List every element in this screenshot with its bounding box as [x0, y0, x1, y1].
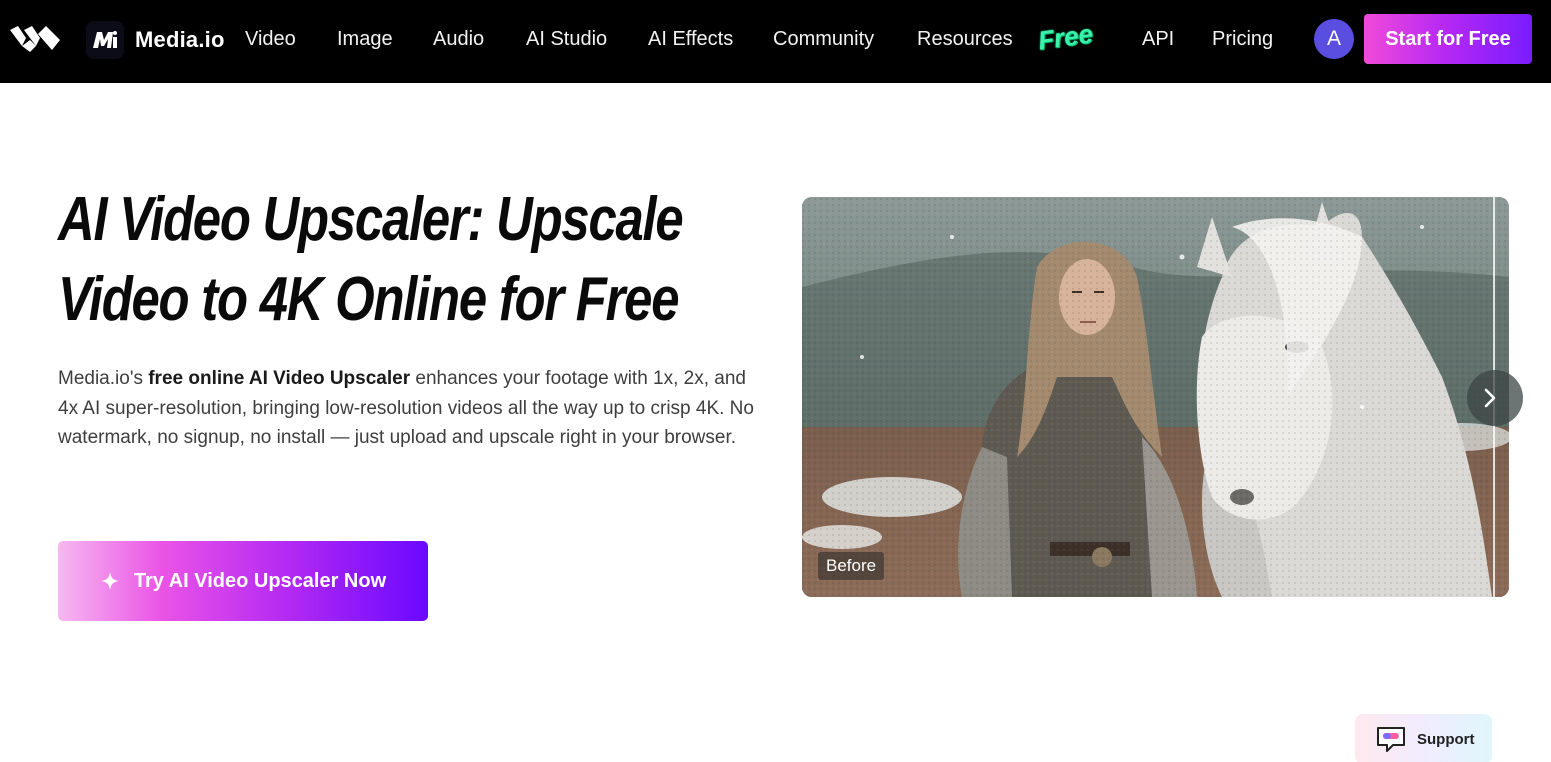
free-badge[interactable]: Free — [1036, 18, 1095, 56]
start-for-free-button[interactable]: Start for Free — [1364, 14, 1532, 64]
nav-item-pricing[interactable]: Pricing — [1212, 28, 1273, 51]
wondershare-logo-icon[interactable] — [8, 24, 62, 54]
chat-support-icon — [1377, 727, 1405, 752]
chevron-right-icon — [1484, 388, 1496, 408]
try-ai-video-upscaler-button[interactable]: Try AI Video Upscaler Now — [58, 541, 428, 621]
nav-item-community[interactable]: Community — [773, 28, 874, 51]
next-slide-button[interactable] — [1467, 370, 1523, 426]
support-label: Support — [1417, 730, 1475, 748]
hero-description-bold: free online AI Video Upscaler — [148, 368, 411, 389]
nav-item-api[interactable]: API — [1142, 28, 1174, 51]
page-title-line-2: Video to 4K Online for Free — [58, 265, 679, 334]
nav-item-image[interactable]: Image — [337, 28, 393, 51]
hero-description: Media.io's free online AI Video Upscaler… — [58, 364, 768, 453]
nav-item-resources[interactable]: Resources — [917, 28, 1013, 51]
page-title: AI Video Upscaler: Upscale Video to 4K O… — [58, 180, 780, 340]
hero-description-prefix: Media.io's — [58, 368, 149, 389]
support-button[interactable]: Support — [1355, 714, 1492, 762]
brand-name[interactable]: Media.io — [135, 27, 225, 53]
nav-item-ai-effects[interactable]: AI Effects — [648, 28, 733, 51]
nav-item-audio[interactable]: Audio — [433, 28, 484, 51]
page-title-line-1: AI Video Upscaler: Upscale — [58, 185, 684, 254]
before-label: Before — [818, 552, 885, 580]
woman-and-white-horse-image — [802, 197, 1509, 597]
sparkle-icon — [100, 572, 119, 590]
nav-item-ai-studio[interactable]: AI Studio — [526, 28, 607, 51]
user-avatar[interactable]: A — [1314, 19, 1354, 59]
top-navbar: Media.io Video Image Audio AI Studio AI … — [0, 0, 1551, 83]
try-button-label: Try AI Video Upscaler Now — [133, 569, 387, 592]
before-after-preview[interactable] — [802, 197, 1509, 597]
media-io-logo-icon[interactable] — [86, 21, 124, 59]
nav-item-video[interactable]: Video — [245, 28, 296, 51]
